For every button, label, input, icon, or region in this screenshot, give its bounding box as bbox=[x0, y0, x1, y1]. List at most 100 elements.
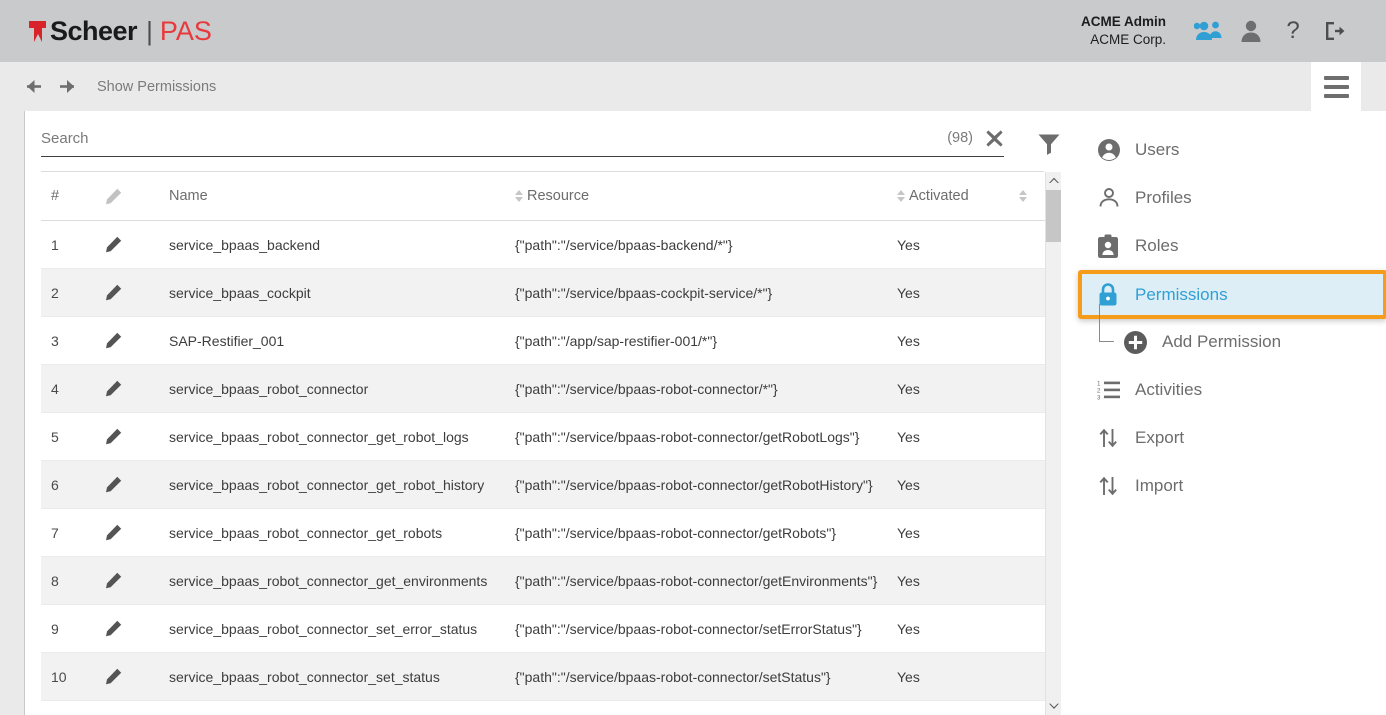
id-badge-icon bbox=[1097, 234, 1135, 259]
sort-arrows-icon[interactable] bbox=[897, 190, 905, 202]
edit-pencil-icon[interactable] bbox=[105, 284, 137, 301]
table-row[interactable]: 2service_bpaas_cockpit{"path":"/service/… bbox=[41, 269, 1061, 317]
sidebar-item-label: Add Permission bbox=[1162, 332, 1281, 352]
result-count: (98) bbox=[947, 130, 973, 150]
help-icon[interactable]: ? bbox=[1272, 17, 1314, 45]
scheer-logo-mark-icon bbox=[28, 19, 48, 44]
row-index: 9 bbox=[41, 621, 105, 637]
permission-name: service_bpaas_robot_connector_get_enviro… bbox=[137, 573, 497, 589]
scrollbar-thumb[interactable] bbox=[1046, 190, 1062, 242]
row-index: 6 bbox=[41, 477, 105, 493]
sidebar-item-label: Permissions bbox=[1135, 285, 1228, 305]
permission-resource: {"path":"/service/bpaas-cockpit-service/… bbox=[497, 285, 879, 301]
hamburger-icon[interactable] bbox=[1311, 62, 1361, 111]
column-header-resource-label: Resource bbox=[527, 188, 589, 204]
table-row[interactable]: 8 service_bpaas_robot_connector_get_envir… bbox=[41, 557, 1061, 605]
permission-name: service_bpaas_robot_connector_set_error_… bbox=[137, 621, 497, 637]
table-row[interactable]: 7 service_bpaas_robot_connector_get_robot… bbox=[41, 509, 1061, 557]
group-users-icon[interactable] bbox=[1188, 19, 1230, 43]
sort-arrows-icon[interactable] bbox=[515, 190, 523, 202]
row-index: 1 bbox=[41, 237, 105, 253]
search-input[interactable] bbox=[41, 130, 871, 151]
filter-funnel-icon[interactable] bbox=[1037, 133, 1061, 160]
edit-pencil-icon[interactable] bbox=[105, 572, 137, 589]
sort-arrows-icon[interactable] bbox=[1019, 190, 1027, 202]
sidebar-item-add-permission[interactable]: Add Permission bbox=[1061, 318, 1386, 366]
permission-resource: {"path":"/service/bpaas-robot-connector/… bbox=[497, 669, 879, 685]
edit-pencil-icon[interactable] bbox=[105, 524, 137, 541]
scroll-up-arrow-icon[interactable] bbox=[1046, 172, 1062, 189]
user-circle-icon bbox=[1097, 138, 1135, 162]
sidebar-item-activities[interactable]: 1 2 3 Activities bbox=[1061, 366, 1386, 414]
permissions-panel: (98) # Name Resource bbox=[25, 111, 1061, 715]
plus-circle-icon bbox=[1123, 330, 1148, 355]
column-header-activated-label: Activated bbox=[909, 188, 969, 204]
sidebar-item-label: Roles bbox=[1135, 236, 1178, 256]
row-index: 4 bbox=[41, 381, 105, 397]
logo-separator: | bbox=[146, 18, 153, 44]
permission-activated: Yes bbox=[879, 573, 1019, 589]
table-row[interactable]: 9 service_bpaas_robot_connector_set_error… bbox=[41, 605, 1061, 653]
sidebar-item-roles[interactable]: Roles bbox=[1061, 222, 1386, 270]
logo-scheer-text: Scheer bbox=[50, 18, 137, 45]
permission-activated: Yes bbox=[879, 237, 1019, 253]
breadcrumb-bar: Show Permissions bbox=[0, 62, 1386, 111]
admin-sidebar-menu: Users Profiles Roles bbox=[1061, 111, 1386, 715]
column-header-name[interactable]: Name bbox=[137, 188, 497, 204]
table-row[interactable]: 6service_bpaas_robot_connector_get_robot… bbox=[41, 461, 1061, 509]
permission-activated: Yes bbox=[879, 285, 1019, 301]
permission-name: service_bpaas_robot_connector bbox=[137, 381, 497, 397]
table-vertical-scrollbar[interactable] bbox=[1045, 172, 1061, 715]
row-index: 7 bbox=[41, 525, 105, 541]
sidebar-item-label: Import bbox=[1135, 476, 1183, 496]
edit-pencil-icon[interactable] bbox=[105, 476, 137, 493]
sidebar-item-export[interactable]: Export bbox=[1061, 414, 1386, 462]
svg-text:3: 3 bbox=[1097, 394, 1101, 401]
table-row[interactable]: 4service_bpaas_robot_connector{"path":"/… bbox=[41, 365, 1061, 413]
permission-activated: Yes bbox=[879, 333, 1019, 349]
sidebar-item-import[interactable]: Import bbox=[1061, 462, 1386, 510]
column-header-resource[interactable]: Resource bbox=[497, 188, 879, 204]
header-right-cluster: ACME Admin ACME Corp. ? bbox=[1081, 13, 1356, 49]
scroll-down-arrow-icon[interactable] bbox=[1046, 698, 1062, 715]
sidebar-item-permissions[interactable]: Permissions bbox=[1078, 270, 1386, 319]
clear-x-icon[interactable] bbox=[985, 129, 1004, 152]
sidebar-item-profiles[interactable]: Profiles bbox=[1061, 174, 1386, 222]
edit-pencil-icon[interactable] bbox=[105, 668, 137, 685]
column-header-index[interactable]: # bbox=[41, 188, 105, 204]
permission-name: service_bpaas_backend bbox=[137, 237, 497, 253]
arrow-left-icon[interactable] bbox=[25, 78, 46, 95]
edit-pencil-icon[interactable] bbox=[105, 620, 137, 637]
logout-icon[interactable] bbox=[1314, 19, 1356, 43]
current-user-block: ACME Admin ACME Corp. bbox=[1081, 13, 1166, 49]
permission-resource: {"path":"/service/bpaas-robot-connector/… bbox=[497, 573, 879, 589]
permission-name: SAP-Restifier_001 bbox=[137, 333, 497, 349]
table-row[interactable]: 10service_bpaas_robot_connector_set_stat… bbox=[41, 653, 1061, 701]
permission-activated: Yes bbox=[879, 621, 1019, 637]
user-icon[interactable] bbox=[1230, 19, 1272, 43]
table-row[interactable]: 3SAP-Restifier_001{"path":"/app/sap-rest… bbox=[41, 317, 1061, 365]
edit-pencil-icon[interactable] bbox=[105, 428, 137, 445]
search-toolbar: (98) bbox=[25, 111, 1061, 165]
sidebar-item-users[interactable]: Users bbox=[1061, 126, 1386, 174]
permission-name: service_bpaas_robot_connector_get_robots bbox=[137, 525, 497, 541]
transfer-up-down-icon bbox=[1097, 474, 1135, 498]
row-index: 5 bbox=[41, 429, 105, 445]
row-index: 8 bbox=[41, 573, 105, 589]
edit-pencil-icon[interactable] bbox=[105, 332, 137, 349]
app-header: Scheer | PAS ACME Admin ACME Corp. ? bbox=[0, 0, 1386, 62]
table-row[interactable]: 1 service_bpaas_backend{"path":"/service/… bbox=[41, 221, 1061, 269]
edit-pencil-icon[interactable] bbox=[105, 380, 137, 397]
sidebar-item-label: Activities bbox=[1135, 380, 1202, 400]
column-header-activated[interactable]: Activated bbox=[879, 188, 1019, 204]
lock-icon bbox=[1097, 282, 1135, 307]
arrow-right-icon[interactable] bbox=[56, 78, 77, 95]
user-organization: ACME Corp. bbox=[1081, 31, 1166, 49]
permission-resource: {"path":"/service/bpaas-backend/*"} bbox=[497, 237, 879, 253]
app-logo: Scheer | PAS bbox=[28, 13, 212, 49]
table-row[interactable]: 5service_bpaas_robot_connector_get_robot… bbox=[41, 413, 1061, 461]
permission-resource: {"path":"/app/sap-restifier-001/*"} bbox=[497, 333, 879, 349]
permissions-table: # Name Resource Activated 1 service_bpaas… bbox=[41, 172, 1061, 715]
edit-pencil-icon[interactable] bbox=[105, 236, 137, 253]
permission-resource: {"path":"/service/bpaas-robot-connector/… bbox=[497, 621, 879, 637]
